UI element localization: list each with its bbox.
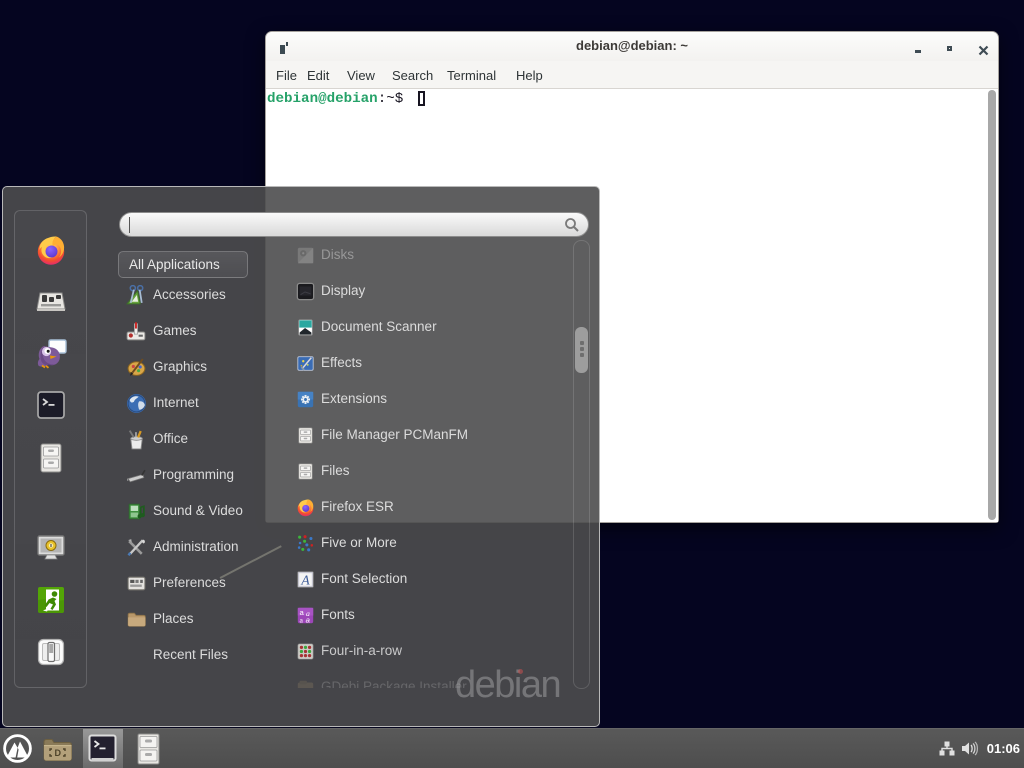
svg-text:a: a — [299, 615, 303, 624]
svg-text:a: a — [306, 615, 311, 624]
svg-text:A: A — [300, 572, 310, 587]
svg-text:D: D — [55, 748, 62, 758]
